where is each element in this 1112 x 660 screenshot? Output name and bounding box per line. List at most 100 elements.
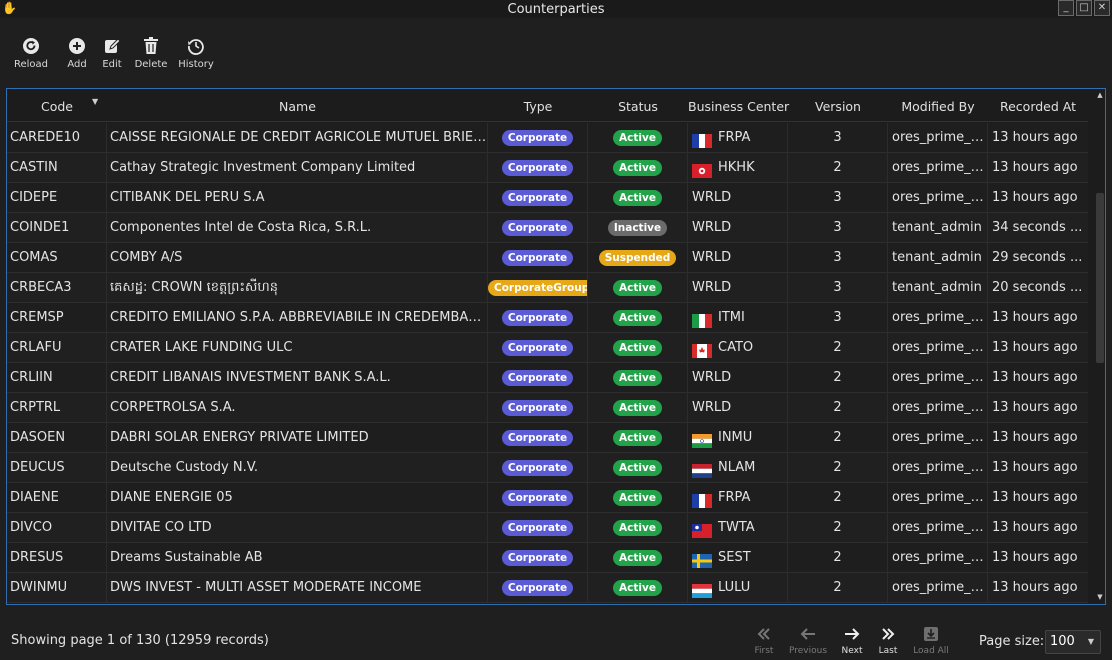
cell-business-center: WRLD [688,213,788,243]
cell-business-center: LULU [688,573,788,603]
cell-recorded-at: 13 hours ago [992,460,1078,475]
status-badge: Active [613,549,662,566]
add-button[interactable]: Add [64,30,90,74]
history-button[interactable]: History [178,30,214,74]
maximize-button[interactable]: □ [1076,0,1092,16]
cell-code: CREMSP [7,303,107,333]
table-row[interactable]: DIVCO DIVITAE CO LTD Corporate Active TWTA 2 o… [7,513,1088,543]
column-header-name[interactable]: Name [107,89,488,122]
cell-status: Active [588,423,688,453]
type-badge: Corporate [501,459,574,476]
cell-business-center: ITMI [688,303,788,333]
cell-version: 3 [788,213,888,243]
column-header-version[interactable]: Version [788,89,888,122]
close-button[interactable]: ✕ [1094,0,1110,16]
vertical-scrollbar[interactable]: ▲ ▼ [1094,89,1105,604]
previous-page-button[interactable]: Previous [786,624,830,660]
reload-button[interactable]: Reload [14,30,48,74]
trash-icon [141,36,161,56]
status-badge: Inactive [607,219,668,236]
cell-name: CORPETROLSA S.A. [107,393,488,423]
column-header-modified-by[interactable]: Modified By [888,89,988,122]
table-row[interactable]: CRPTRL CORPETROLSA S.A. Corporate Active WRL… [7,393,1088,423]
type-badge: Corporate [501,489,574,506]
status-badge: Active [613,519,662,536]
load-all-button[interactable]: Load All [909,624,953,660]
cell-name: DIANE ENERGIE 05 [107,483,488,513]
cell-code: CAREDE10 [7,123,107,153]
page-size-label: Page size: [979,634,1045,649]
cell-modified-by: ores_prime_o... [888,543,988,573]
last-page-button[interactable]: Last [866,624,910,660]
cell-modified-by: ores_prime_o... [888,393,988,423]
scrollbar-thumb[interactable] [1096,193,1104,363]
cell-code: CASTIN [7,153,107,183]
edit-button[interactable]: Edit [99,30,125,74]
cell-business-center: TWTA [688,513,788,543]
scroll-up-icon[interactable]: ▲ [1096,91,1104,99]
column-header-type[interactable]: Type [488,89,588,122]
table-row[interactable]: DEUCUS Deutsche Custody N.V. Corporate Acti… [7,453,1088,483]
type-badge: Corporate [501,399,574,416]
cell-status: Active [588,483,688,513]
cell-modified-by: ores_prime_o... [888,333,988,363]
flag-tw-icon [692,520,712,538]
cell-business-center: HKHK [688,153,788,183]
cell-recorded-at: 13 hours ago [992,550,1078,565]
counterparties-table[interactable]: Code ▼ Name Type Status Business Center … [6,88,1106,605]
table-row[interactable]: COINDE1 Componentes Intel de Costa Rica, … [7,213,1088,243]
flag-it-icon [692,310,712,328]
flag-hk-icon [692,160,712,178]
cell-name: CAISSE REGIONALE DE CREDIT AGRICOLE MUTU… [107,123,488,153]
cell-version: 2 [788,423,888,453]
cell-recorded-at: 13 hours ago [992,430,1078,445]
scroll-down-icon[interactable]: ▼ [1096,593,1104,601]
cell-type: Corporate [488,123,588,153]
table-row[interactable]: CRLAFU CRATER LAKE FUNDING ULC Corporate Ac… [7,333,1088,363]
cell-name: CITIBANK DEL PERU S.A [107,183,488,213]
column-header-status[interactable]: Status [588,89,688,122]
table-row[interactable]: CASTIN Cathay Strategic Investment Compan… [7,153,1088,183]
cell-type: Corporate [488,363,588,393]
business-center-code: INMU [718,430,753,445]
table-row[interactable]: COMAS COMBY A/S Corporate Suspended WRLD 3 ten… [7,243,1088,273]
column-header-recorded-at[interactable]: Recorded At [988,89,1088,122]
cell-version: 2 [788,453,888,483]
last-page-label: Last [878,646,898,656]
table-row[interactable]: CIDEPE CITIBANK DEL PERU S.A Corporate Acti… [7,183,1088,213]
table-row[interactable]: CREMSP CREDITO EMILIANO S.P.A. ABBREVIABI… [7,303,1088,333]
first-page-button[interactable]: First [742,624,786,660]
flag-in-icon [692,430,712,448]
cell-name: Componentes Intel de Costa Rica, S.R.L. [107,213,488,243]
cell-code: DASOEN [7,423,107,453]
cell-type: Corporate [488,213,588,243]
page-size-select[interactable]: 100 ▼ [1045,630,1101,654]
type-badge: Corporate [501,219,574,236]
cell-version: 2 [788,153,888,183]
cell-type: Corporate [488,243,588,273]
cell-code: DWINMU [7,573,107,603]
table-row[interactable]: CRBECA3 គេសដ្ឋ: CROWN ខេត្តព្រះសីហនុ Corpo… [7,273,1088,303]
type-badge: Corporate [501,129,574,146]
flag-fr-icon [692,130,712,148]
cell-status: Active [588,573,688,603]
cell-business-center: CATO [688,333,788,363]
cell-status: Inactive [588,213,688,243]
status-badge: Active [613,489,662,506]
column-header-business-center[interactable]: Business Center [688,89,789,122]
business-center-code: TWTA [718,520,755,535]
table-row[interactable]: DASOEN DABRI SOLAR ENERGY PRIVATE LIMITED… [7,423,1088,453]
edit-label: Edit [102,59,122,70]
table-row[interactable]: DRESUS Dreams Sustainable AB Corporate Acti… [7,543,1088,573]
type-badge: Corporate [501,249,574,266]
table-row[interactable]: CRLIIN CREDIT LIBANAIS INVESTMENT BANK S.… [7,363,1088,393]
type-badge: CorporateGroup [488,279,587,296]
table-row[interactable]: DWINMU DWS INVEST - MULTI ASSET MODERATE … [7,573,1088,603]
table-row[interactable]: DIAENE DIANE ENERGIE 05 Corporate Active FRP… [7,483,1088,513]
add-label: Add [67,59,87,70]
delete-button[interactable]: Delete [135,30,167,74]
type-badge: Corporate [501,159,574,176]
cell-recorded-at: 29 seconds ... [992,250,1083,265]
table-row[interactable]: CAREDE10 CAISSE REGIONALE DE CREDIT AGRIC… [7,123,1088,153]
minimize-button[interactable]: _ [1058,0,1074,16]
